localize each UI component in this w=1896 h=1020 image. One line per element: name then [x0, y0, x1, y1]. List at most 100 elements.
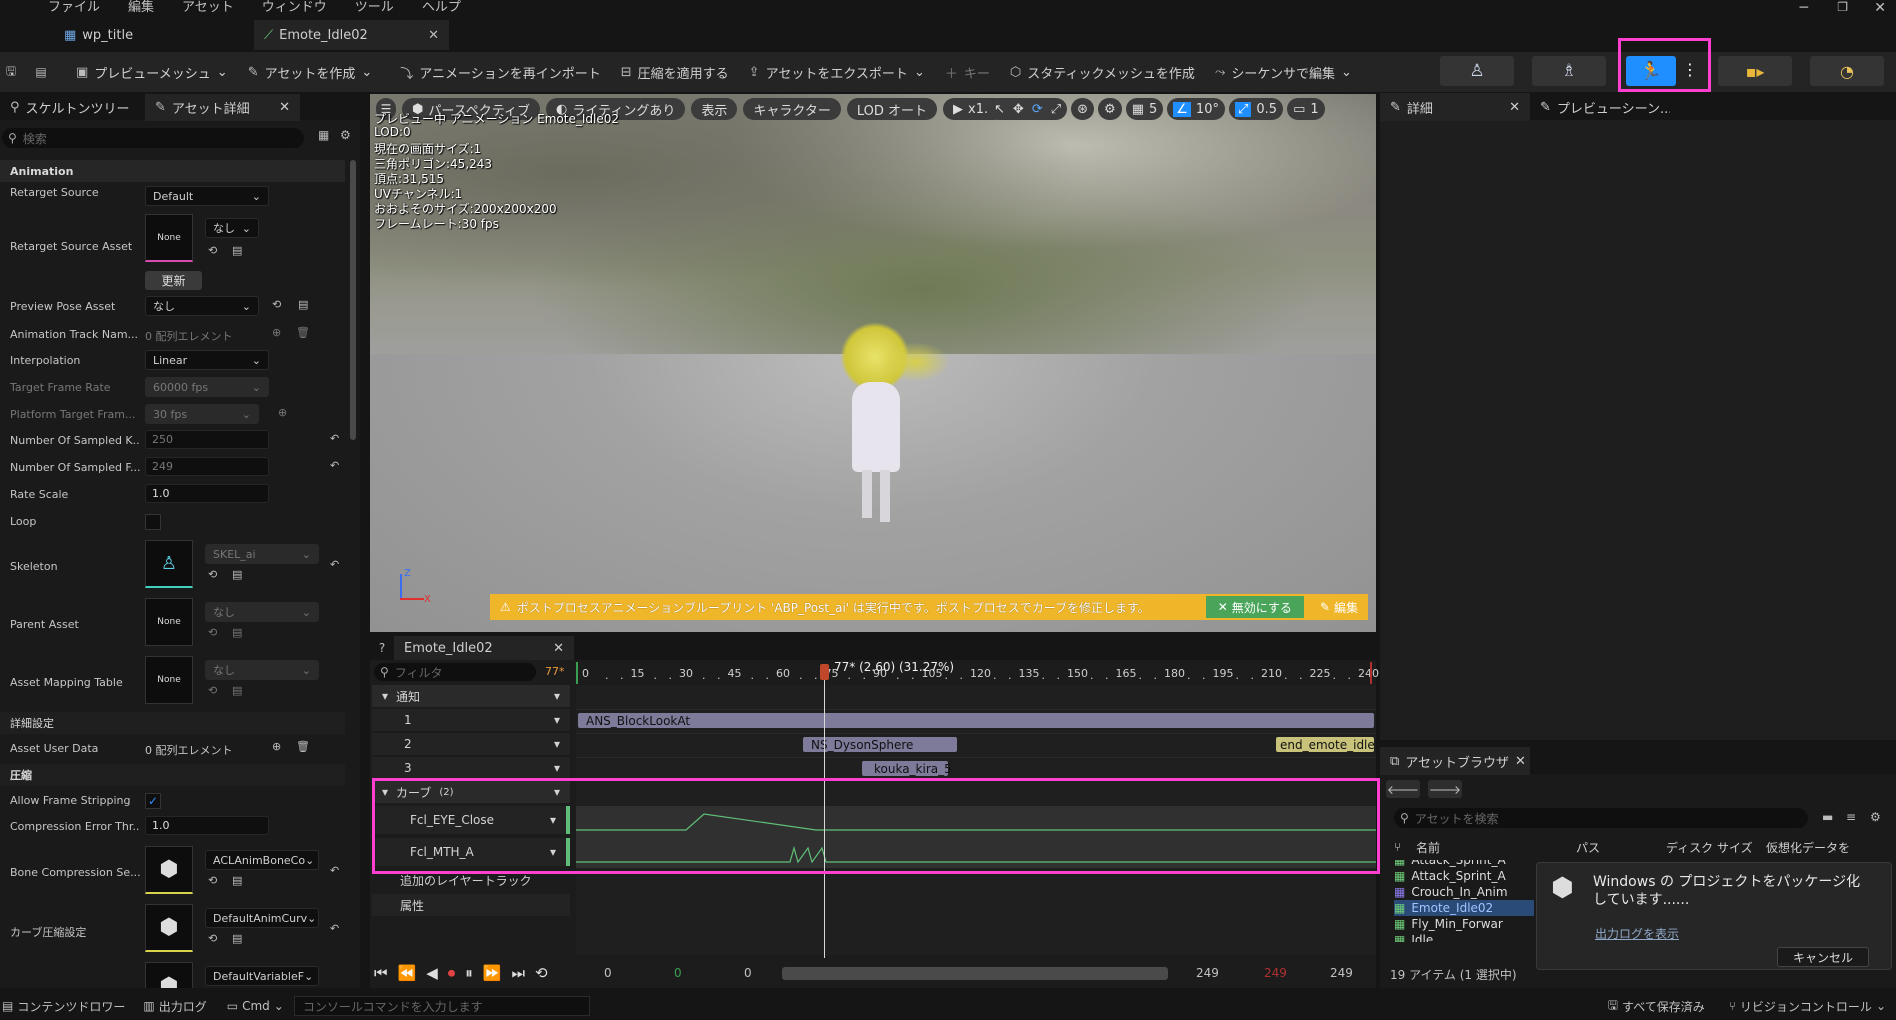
- pause-icon[interactable]: ⏸: [465, 964, 473, 982]
- tab-emote-idle02-timeline[interactable]: Emote_Idle02 ✕: [394, 636, 574, 660]
- sampled-frames-field[interactable]: 249: [145, 457, 269, 476]
- curve-compression-dropdown[interactable]: DefaultAnimCurv ⌄: [205, 908, 319, 928]
- create-asset-button[interactable]: ✎ アセットを作成 ⌄: [238, 56, 383, 88]
- static-mesh-button[interactable]: ⬡ スタティックメッシュを作成: [1000, 56, 1205, 88]
- asset-list-item[interactable]: ▦ Attack_Sprint_A: [1394, 868, 1534, 884]
- rate-scale-field[interactable]: 1.0: [145, 484, 269, 503]
- animation-mode-button[interactable]: 🏃: [1626, 56, 1676, 86]
- reset-arrow-icon[interactable]: ↶: [330, 558, 339, 571]
- range-start[interactable]: 0: [604, 966, 612, 980]
- step-back-icon[interactable]: ⏪: [398, 964, 417, 982]
- help-icon[interactable]: ?: [370, 641, 394, 655]
- reset-icon[interactable]: ⟲: [208, 244, 217, 257]
- notify-end-emote-idle[interactable]: end_emote_idle: [1276, 737, 1374, 752]
- update-button[interactable]: 更新: [145, 271, 202, 290]
- loop-checkbox[interactable]: [145, 514, 161, 530]
- panel-scrollbar[interactable]: [350, 160, 356, 440]
- move-icon[interactable]: ✥: [1013, 102, 1024, 117]
- asset-mapping-dropdown[interactable]: なし ⌄: [205, 660, 319, 680]
- skeleton-dropdown[interactable]: SKEL_ai ⌄: [205, 544, 319, 564]
- frame-stripping-checkbox[interactable]: ✓: [145, 793, 161, 809]
- mesh-mode-button[interactable]: ♗: [1532, 56, 1606, 86]
- save-all-button[interactable]: 🖫 すべて保存済み: [1598, 996, 1715, 1017]
- skeleton-mode-button[interactable]: ♙: [1440, 56, 1514, 86]
- add-icon[interactable]: ⊕: [278, 406, 287, 419]
- tab-asset-details[interactable]: ✎ アセット詳細 ✕: [145, 94, 300, 121]
- scale-snap-button[interactable]: ⤢ 0.5: [1228, 98, 1284, 120]
- record-icon[interactable]: ⏺: [448, 964, 456, 982]
- tab-preview-scene[interactable]: ✎ プレビューシーン...: [1530, 93, 1670, 121]
- notify-track-3[interactable]: 3 ▾: [372, 757, 570, 779]
- loop-icon[interactable]: ⟲: [535, 964, 548, 982]
- settings-icon[interactable]: ⚙: [340, 128, 351, 142]
- back-arrow-icon[interactable]: 🡐: [1386, 780, 1420, 798]
- timeline-scrollbar[interactable]: [782, 967, 1168, 980]
- console-input[interactable]: コンソールコマンドを入力します: [293, 996, 590, 1016]
- export-asset-button[interactable]: ⇪ アセットをエクスポート ⌄: [739, 56, 935, 88]
- curve-compression-thumbnail[interactable]: ⬢: [145, 904, 193, 952]
- reimport-button[interactable]: ⤵ アニメーションを再インポート: [390, 56, 611, 88]
- reset-icon[interactable]: ⟲: [208, 568, 217, 581]
- asset-list-item[interactable]: ▦ Emote_Idle02: [1394, 900, 1534, 916]
- asset-list-item[interactable]: ▦ Fly_Min_Forwar: [1394, 916, 1534, 932]
- viewport[interactable]: ☰ ⬢ パースペクティブ ◐ ライティングあり 表示 キャラクター LOD オート …: [370, 94, 1376, 632]
- range-end[interactable]: 249: [1330, 966, 1353, 980]
- variable-frame-thumbnail[interactable]: ⬢: [145, 962, 193, 988]
- view-start[interactable]: 0: [744, 966, 752, 980]
- col-virtualized[interactable]: 仮想化データを: [1766, 839, 1850, 856]
- cancel-button[interactable]: キャンセル: [1777, 947, 1869, 967]
- close-icon[interactable]: ✕: [428, 28, 439, 43]
- close-icon[interactable]: ✕: [1515, 754, 1526, 769]
- compression-error-field[interactable]: 1.0: [145, 816, 269, 835]
- disable-button[interactable]: ✕ 無効にする: [1205, 596, 1304, 618]
- content-drawer-button[interactable]: ▤ コンテンツドロワー: [0, 992, 133, 1020]
- add-element-icon[interactable]: ⊕: [272, 326, 281, 339]
- output-log-link[interactable]: 出力ログを表示: [1595, 925, 1679, 942]
- trash-icon[interactable]: 🗑: [296, 326, 310, 339]
- show-button[interactable]: 表示: [691, 98, 738, 120]
- target-frame-rate-dropdown[interactable]: 60000 fps ⌄: [145, 377, 269, 397]
- browse-icon[interactable]: ▤: [232, 684, 242, 697]
- settings-icon[interactable]: ⚙: [1870, 810, 1881, 824]
- close-icon[interactable]: ✕: [279, 100, 290, 115]
- filter-icon[interactable]: ≡: [1846, 810, 1856, 824]
- reset-arrow-icon[interactable]: ↶: [330, 432, 339, 445]
- bone-compression-dropdown[interactable]: ACLAnimBoneCo ⌄: [205, 850, 319, 870]
- apply-compression-button[interactable]: ⊟ 圧縮を適用する: [611, 56, 739, 88]
- notify-block-lookat[interactable]: ANS_BlockLookAt: [578, 713, 1374, 728]
- world-local-icon[interactable]: ⊛: [1071, 98, 1095, 120]
- col-path[interactable]: パス: [1576, 839, 1666, 856]
- select-icon[interactable]: ↖: [994, 102, 1005, 117]
- browse-icon[interactable]: ▤: [232, 932, 242, 945]
- retarget-asset-dropdown[interactable]: なし ⌄: [205, 218, 259, 238]
- menu-item[interactable]: ウィンドウ: [262, 0, 327, 15]
- forward-arrow-icon[interactable]: 🡒: [1428, 780, 1462, 798]
- reset-arrow-icon[interactable]: ↶: [330, 864, 339, 877]
- section-compression[interactable]: 圧縮: [0, 764, 345, 786]
- blueprint-mode-button[interactable]: ▪▸: [1718, 56, 1792, 86]
- browse-icon[interactable]: ▤: [232, 626, 242, 639]
- add-element-icon[interactable]: ⊕: [272, 740, 281, 753]
- asset-search-input[interactable]: ⚲ アセットを検索: [1394, 808, 1808, 828]
- reset-icon[interactable]: ⟲: [272, 298, 281, 311]
- notify-dyson-sphere[interactable]: NS_DysonSphere: [803, 737, 957, 752]
- add-key-button[interactable]: ＋キー: [935, 56, 1000, 88]
- camera-speed-button[interactable]: ▭ 1: [1287, 98, 1325, 120]
- sampled-keys-field[interactable]: 250: [145, 430, 269, 449]
- search-input[interactable]: ⚲ 検索: [2, 128, 304, 148]
- folder-icon[interactable]: ▬: [1822, 810, 1833, 824]
- bone-compression-thumbnail[interactable]: ⬢: [145, 846, 193, 894]
- cmd-button[interactable]: ▭ Cmd ⌄: [217, 992, 294, 1020]
- browse-icon[interactable]: ▤: [232, 244, 242, 257]
- reset-arrow-icon[interactable]: ↶: [330, 459, 339, 472]
- play-reverse-icon[interactable]: ◀: [426, 964, 438, 982]
- reset-arrow-icon[interactable]: ↶: [330, 922, 339, 935]
- col-name[interactable]: 名前: [1416, 839, 1576, 856]
- variable-frame-dropdown[interactable]: DefaultVariableF ⌄: [205, 966, 319, 986]
- preview-pose-dropdown[interactable]: なし ⌄: [145, 296, 259, 316]
- save-icon[interactable]: 🖫: [0, 62, 22, 83]
- window-restore-icon[interactable]: ❐: [1837, 0, 1848, 14]
- grid-snap-button[interactable]: ▦ 5: [1125, 98, 1164, 120]
- rotate-icon[interactable]: ⟳: [1032, 102, 1043, 117]
- revision-control-button[interactable]: ⑂ リビジョンコントロール ⌄: [1715, 998, 1896, 1015]
